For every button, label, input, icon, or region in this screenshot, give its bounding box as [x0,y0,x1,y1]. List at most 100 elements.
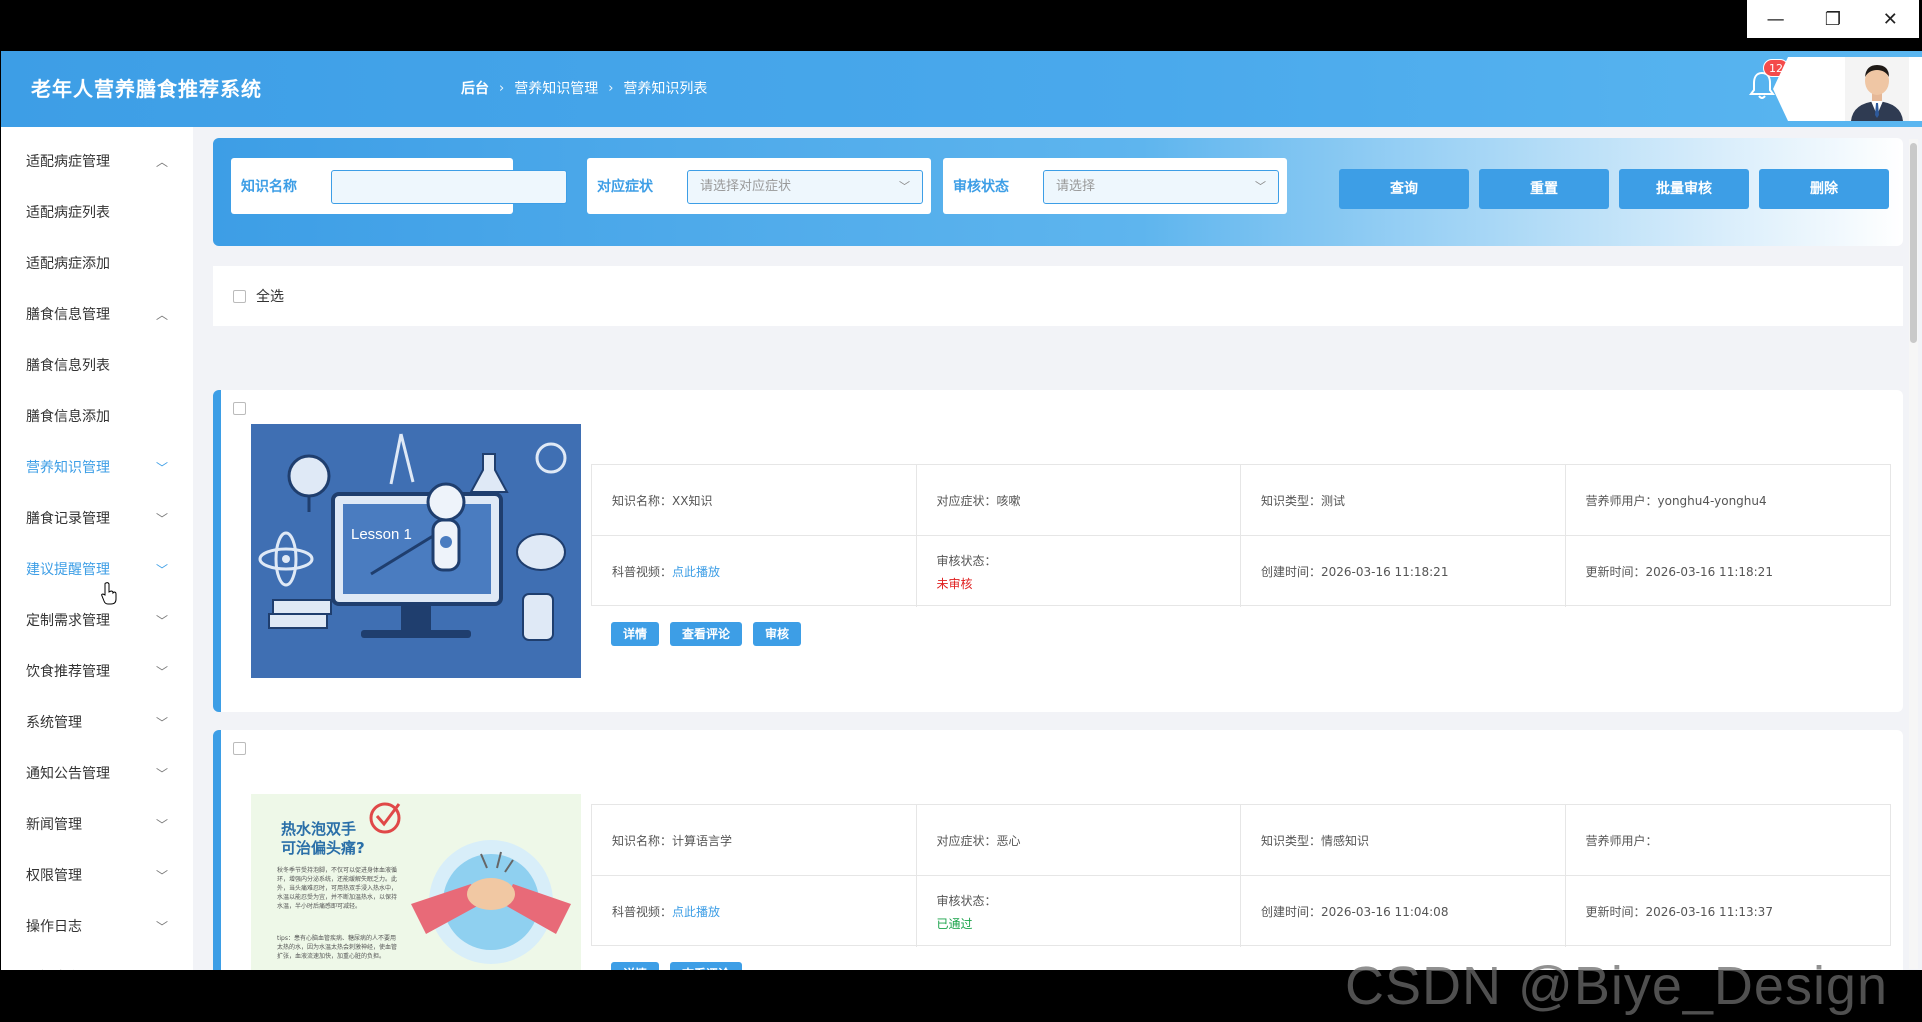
minimize-button[interactable]: — [1747,0,1804,38]
top-header: 老年人营养膳食推荐系统 后台 › 营养知识管理 › 营养知识列表 12 [1,51,1922,127]
image-tips: tips：患有心脑血管疾病、糖尿病的人不要用太热的水，因为水温太热会刺激神经，使… [277,935,397,960]
select-all-row: 全选 [213,266,1903,326]
chevron-down-icon: ﹀ [156,969,168,970]
cell-updated: 更新时间：2026-03-16 11:18:21 [1566,536,1891,607]
detail-button[interactable]: 详情 [611,962,660,970]
card-checkbox[interactable] [233,402,246,415]
sidebar-item-label: 新闻管理 [26,817,82,833]
image-title: 热水泡双手 可治偏头痛? [281,820,365,857]
sidebar-item-label: 适配病症列表 [26,205,110,221]
knowledge-cover-image[interactable]: 热水泡双手 可治偏头痛? 秋冬季节受持泡脚，不仅可以促进身体血液循环，增强内分泌… [251,794,581,970]
chevron-down-icon: ﹀ [155,461,168,475]
video-label: 科普视频： [612,565,673,579]
knowledge-name-input[interactable] [331,170,567,204]
cell-status: 审核状态： 已通过 [917,876,1241,947]
cell-name: 知识名称：XX知识 [592,465,917,536]
sidebar-item[interactable]: 适配病症添加 [1,238,193,288]
sidebar-item-label: 通知公告管理 [26,766,110,782]
play-video-link[interactable]: 点此播放 [672,905,720,919]
sidebar-item-label: 膳食信息添加 [26,409,110,425]
app-title: 老年人营养膳食推荐系统 [31,77,262,101]
card-checkbox[interactable] [233,742,246,755]
query-button[interactable]: 查询 [1339,169,1469,209]
review-button[interactable]: 审核 [753,622,802,646]
symptom-select[interactable]: 请选择对应症状 ﹀ [687,170,923,204]
cell-user: 营养师用户： [1565,805,1890,876]
batch-review-button[interactable]: 批量审核 [1619,169,1749,209]
detail-button[interactable]: 详情 [611,622,660,646]
chevron-down-icon: ﹀ [155,665,168,679]
chevron-down-icon: ﹀ [155,512,168,526]
scrollbar-thumb[interactable] [1910,143,1917,343]
filter-status-label: 审核状态 [953,179,1009,195]
created-time: 创建时间：2026-03-16 11:18:21 [1261,565,1449,579]
select-all-label[interactable]: 全选 [256,286,284,306]
play-video-link[interactable]: 点此播放 [672,565,720,579]
sidebar-item[interactable]: 适配病症管理 ︿ [1,136,193,186]
vertical-scrollbar[interactable] [1909,139,1918,969]
view-comments-button[interactable]: 查看评论 [670,962,743,970]
cell-symptom: 对应症状：咳嗽 [916,465,1241,536]
sidebar-item[interactable]: 定制需求管理 ﹀ [1,595,193,645]
breadcrumb: 后台 › 营养知识管理 › 营养知识列表 [461,78,707,98]
reset-button[interactable]: 重置 [1479,169,1609,209]
filter-name-label: 知识名称 [241,179,297,195]
restore-button[interactable]: ❐ [1804,0,1861,38]
cell-symptom: 对应症状：恶心 [916,805,1241,876]
sidebar-item[interactable]: 建议提醒管理 ﹀ [1,544,193,594]
sidebar-item-label: 权限管理 [26,868,82,884]
status-select[interactable]: 请选择 ﹀ [1043,170,1279,204]
close-button[interactable]: ✕ [1862,0,1919,38]
delete-button[interactable]: 删除 [1759,169,1889,209]
symptom: 对应症状：恶心 [936,833,1021,848]
status-badge: 未审核 [936,576,973,591]
chevron-down-icon: ﹀ [1255,180,1266,193]
sidebar-item-label: 适配病症添加 [26,256,110,272]
updated-time: 更新时间：2026-03-16 11:18:21 [1585,565,1773,579]
updated-time: 更新时间：2026-03-16 11:13:37 [1585,905,1773,919]
knowledge-cover-image[interactable]: Lesson 1 [251,424,581,678]
lesson-text: Lesson 1 [351,526,412,543]
sidebar-item[interactable]: 系统管理 ﹀ [1,697,193,747]
avatar[interactable] [1845,57,1909,121]
cell-video: 科普视频：点此播放 [592,536,917,607]
sidebar-item[interactable]: 膳食信息管理 ︿ [1,289,193,339]
nutritionist-user: 营养师用户：yonghu4-yonghu4 [1585,493,1767,508]
sidebar-item-label: 膳食记录管理 [26,511,110,527]
sidebar-item[interactable]: 膳食记录管理 ﹀ [1,493,193,543]
sidebar-item[interactable]: 通知发布 ﹀ [1,952,193,970]
sidebar-item[interactable]: 权限管理 ﹀ [1,850,193,900]
cell-user: 营养师用户：yonghu4-yonghu4 [1565,465,1890,536]
cell-name: 知识名称：计算语言学 [592,805,917,876]
breadcrumb-section[interactable]: 营养知识管理 [514,78,598,98]
status-badge: 已通过 [936,916,973,931]
symptom-select-placeholder: 请选择对应症状 [700,179,792,194]
user-avatar-area[interactable] [1773,57,1922,121]
chevron-up-icon: ︿ [155,308,168,322]
filter-status: 审核状态 请选择 ﹀ [943,158,1287,214]
knowledge-card: Lesson 1 知识名称：XX知识 对应症状：咳嗽 知识类型：测试 营养师用户… [213,390,1903,712]
view-comments-button[interactable]: 查看评论 [670,622,743,646]
sidebar-item[interactable]: 膳食信息列表 [1,340,193,390]
cell-updated: 更新时间：2026-03-16 11:13:37 [1566,876,1891,947]
card-info-grid: 知识名称：计算语言学 对应症状：恶心 知识类型：情感知识 营养师用户： 科普视频… [591,804,1891,947]
sidebar-item[interactable]: 新闻管理 ﹀ [1,799,193,849]
sidebar-item[interactable]: 饮食推荐管理 ﹀ [1,646,193,696]
knowledge-card: 热水泡双手 可治偏头痛? 秋冬季节受持泡脚，不仅可以促进身体血液循环，增强内分泌… [213,730,1903,970]
app-window: 老年人营养膳食推荐系统 后台 › 营养知识管理 › 营养知识列表 12 适配病症… [1,51,1922,970]
sidebar-item[interactable]: 操作日志 ﹀ [1,901,193,951]
window-titlebar: — ❐ ✕ [0,0,1922,51]
chevron-down-icon: ﹀ [899,180,910,193]
sidebar-item[interactable]: 营养知识管理 ﹀ [1,442,193,492]
select-all-checkbox[interactable] [233,289,246,303]
sidebar-item[interactable]: 通知公告管理 ﹀ [1,748,193,798]
status-select-placeholder: 请选择 [1056,179,1096,194]
chevron-right-icon: › [499,80,505,96]
chevron-down-icon: ﹀ [155,869,168,883]
filter-bar: 知识名称 对应症状 请选择对应症状 ﹀ 审核状态 请选择 ﹀ 查询 重置 批量审… [213,138,1903,246]
sidebar-item[interactable]: 适配病症列表 [1,187,193,237]
breadcrumb-home[interactable]: 后台 [461,78,489,98]
chevron-down-icon: ﹀ [155,614,168,628]
sidebar-item[interactable]: 膳食信息添加 [1,391,193,441]
cell-created: 创建时间：2026-03-16 11:18:21 [1241,536,1566,607]
